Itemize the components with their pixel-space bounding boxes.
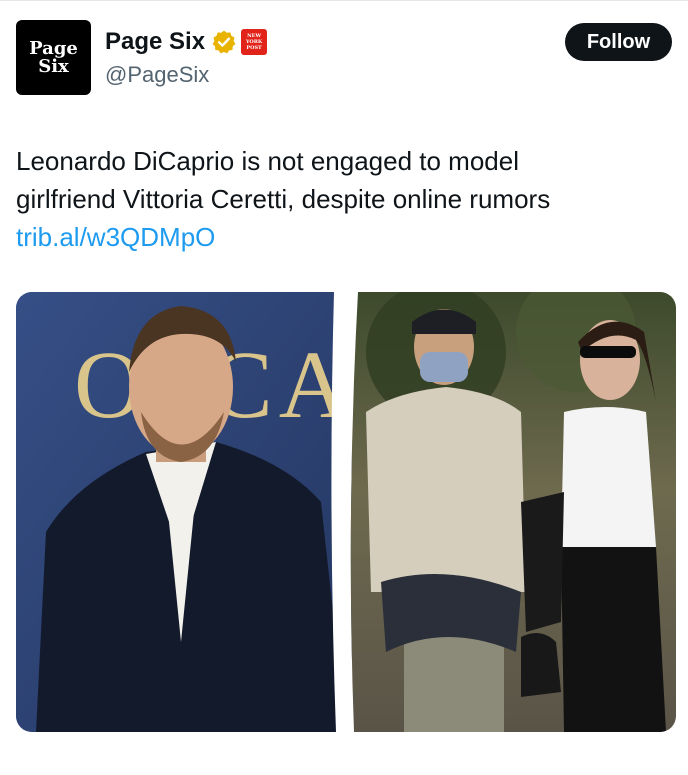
name-row: Page Six NEW YORK POST bbox=[105, 26, 268, 58]
avatar[interactable]: Page Six bbox=[16, 20, 91, 95]
tshirt bbox=[366, 387, 526, 592]
avatar-line-2: Six bbox=[38, 55, 69, 77]
black-trousers bbox=[561, 547, 666, 732]
tweet-line-2: girlfriend Vittoria Ceretti, despite onl… bbox=[16, 184, 551, 214]
face-mask bbox=[420, 352, 468, 382]
verified-badge-icon bbox=[212, 30, 236, 54]
sunglasses bbox=[580, 346, 636, 358]
new-york-post-affiliate-icon[interactable]: NEW YORK POST bbox=[241, 29, 268, 55]
white-top bbox=[561, 407, 656, 547]
tweet-line-1: Leonardo DiCaprio is not engaged to mode… bbox=[16, 146, 520, 176]
display-name[interactable]: Page Six bbox=[105, 28, 205, 56]
follow-button[interactable]: Follow bbox=[565, 23, 672, 61]
top-divider bbox=[0, 0, 688, 1]
handbag bbox=[521, 633, 561, 697]
affiliate-line-3: POST bbox=[246, 45, 262, 51]
tweet-text: Leonardo DiCaprio is not engaged to mode… bbox=[16, 142, 666, 256]
handle[interactable]: @PageSix bbox=[105, 62, 209, 88]
black-jacket bbox=[521, 492, 564, 632]
media-photo-collage: OSCA bbox=[16, 292, 676, 732]
avatar-line-1: Page bbox=[29, 37, 78, 59]
tweet-header: Page Six Page Six NEW YORK POST @PageSix… bbox=[16, 20, 672, 100]
tweet-media-image[interactable]: OSCA bbox=[16, 292, 676, 732]
tweet-link[interactable]: trib.al/w3QDMpO bbox=[16, 222, 215, 252]
